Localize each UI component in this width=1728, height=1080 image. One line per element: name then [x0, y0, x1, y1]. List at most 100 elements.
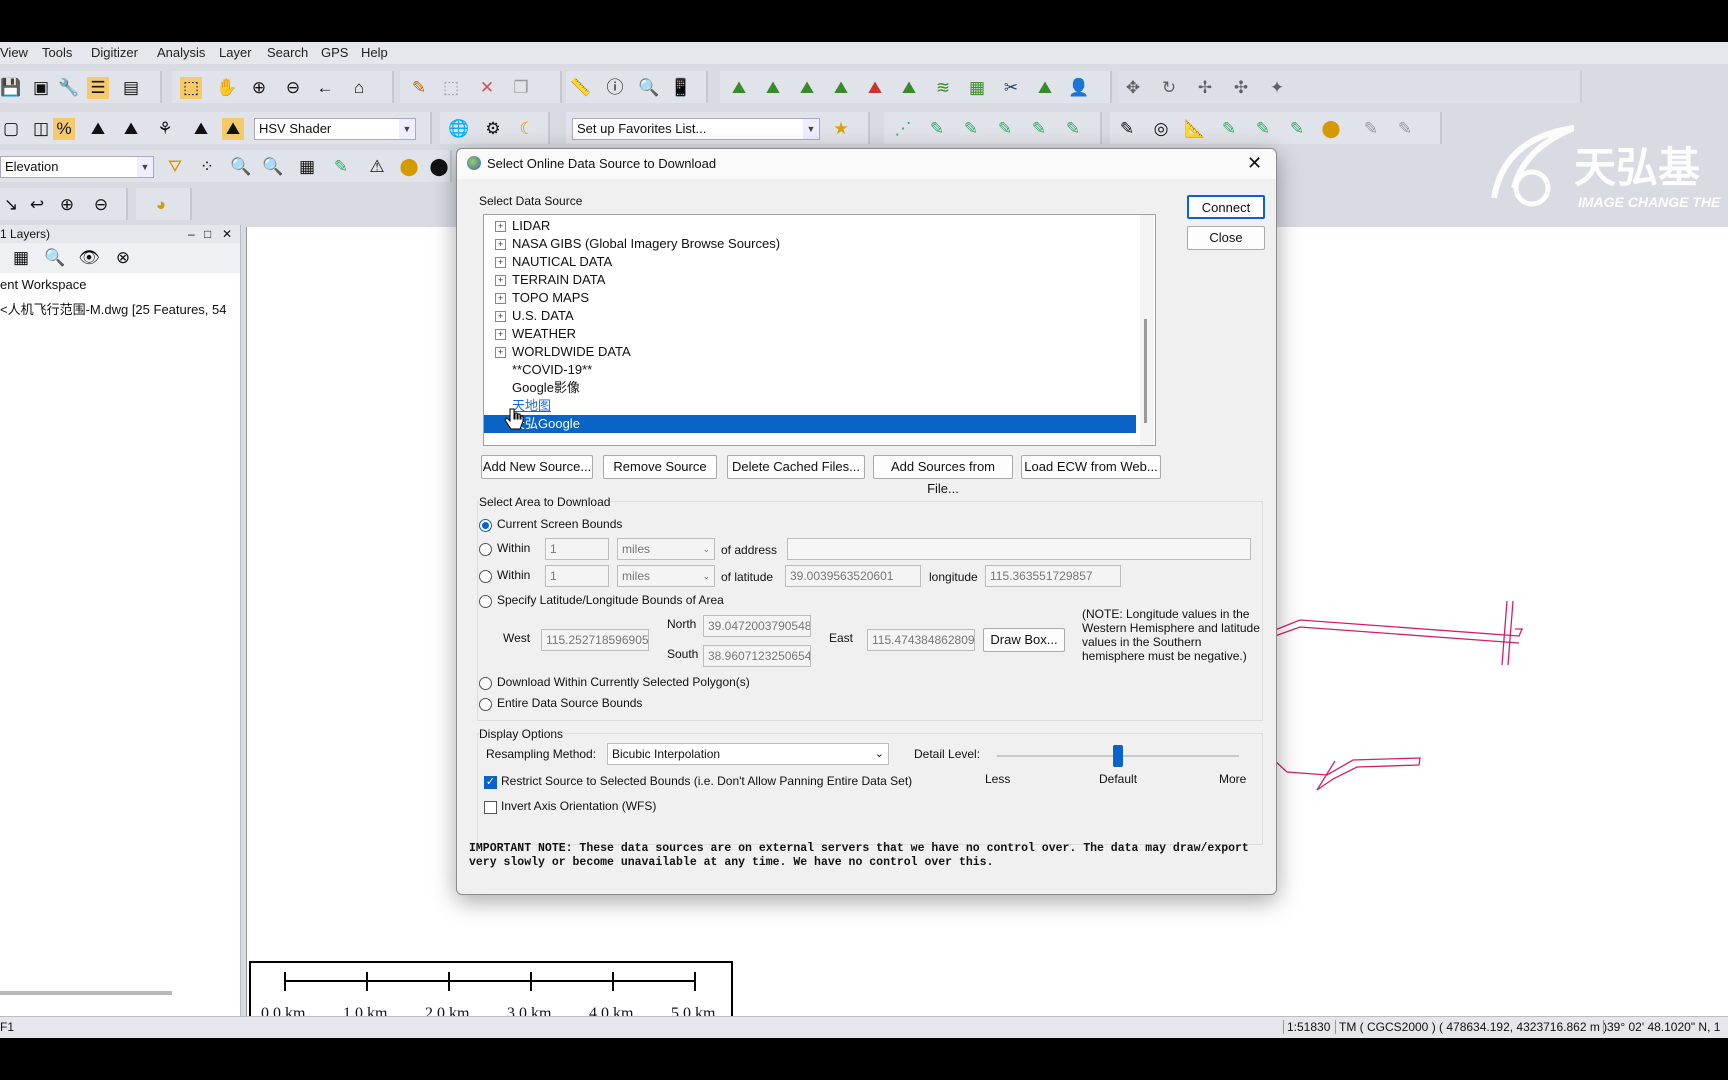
shader-select[interactable]: HSV Shader ▼ — [254, 118, 416, 140]
shader-active-icon[interactable]: ⛰ — [222, 118, 244, 140]
tree-scrollbar-thumb[interactable] — [1144, 319, 1147, 423]
source-tree-item[interactable]: + NAUTICAL DATA — [484, 253, 1136, 271]
feature-icon-3[interactable]: ✎ — [1286, 118, 1308, 140]
expand-plus-icon[interactable]: + — [495, 221, 506, 232]
draw-box-button[interactable]: Draw Box... — [983, 628, 1065, 652]
terrain-icon-3[interactable]: ⛰ — [796, 77, 818, 99]
latitude-input[interactable]: 39.0039563520601 — [785, 565, 921, 587]
wrench-icon[interactable]: 🔧 — [58, 77, 80, 99]
south-input[interactable]: 38.9607123250654 — [703, 645, 811, 667]
distance-units-select[interactable]: miles ⌄ — [617, 538, 715, 560]
menu-digitizer[interactable]: Digitizer — [91, 45, 138, 60]
terrain-icon-2[interactable]: ⛰ — [762, 77, 784, 99]
address-input[interactable] — [787, 538, 1251, 560]
target-icon[interactable]: ◎ — [1150, 118, 1172, 140]
person-icon[interactable]: 👤 — [1068, 77, 1090, 99]
moon-icon[interactable]: ☾ — [516, 118, 538, 140]
source-tree-item[interactable]: + U.S. DATA — [484, 307, 1136, 325]
slope-icon[interactable]: ⛰ — [120, 118, 142, 140]
tree-scrollbar[interactable] — [1140, 215, 1154, 445]
delete-icon[interactable]: ✕ — [476, 77, 498, 99]
tree-icon[interactable]: ⚘ — [154, 118, 176, 140]
source-tree-item[interactable]: 天地图 — [484, 397, 1136, 415]
draw-node-icon[interactable]: ✎ — [1062, 118, 1084, 140]
load-ecw-button[interactable]: Load ECW from Web... — [1021, 455, 1161, 479]
favorites-select[interactable]: Set up Favorites List... ▼ — [572, 118, 820, 140]
layer-zoom-icon[interactable]: 🔍 — [44, 247, 66, 269]
minimize-icon[interactable]: – — [188, 225, 195, 243]
menu-tools[interactable]: Tools — [42, 45, 72, 60]
elevation-select[interactable]: Elevation ▼ — [0, 156, 154, 178]
pan-hand-icon[interactable]: ✋ — [216, 77, 238, 99]
within-latitude-radio[interactable] — [479, 570, 492, 583]
zoom-out-icon[interactable]: ⊖ — [282, 77, 304, 99]
west-input[interactable]: 115.252718596905 — [541, 629, 649, 651]
expand-plus-icon[interactable]: + — [495, 329, 506, 340]
feature-icon-2[interactable]: ✎ — [1252, 118, 1274, 140]
home-icon[interactable]: ⌂ — [348, 77, 370, 99]
shader-mountain-icon[interactable]: ⛰ — [190, 118, 212, 140]
profile-icon[interactable]: ⛰ — [1034, 77, 1056, 99]
source-tree-item[interactable]: 天弘Google — [484, 415, 1136, 433]
copy-icon[interactable]: ❐ — [510, 77, 532, 99]
tools-icon[interactable]: ✂ — [1000, 77, 1022, 99]
draw-line-icon[interactable]: ✎ — [926, 118, 948, 140]
raster-icon[interactable]: ▦ — [966, 77, 988, 99]
globe-icon[interactable]: 🌐 — [448, 118, 470, 140]
save-icon[interactable]: 💾 — [0, 77, 22, 99]
menu-gps[interactable]: GPS — [321, 45, 348, 60]
zoom-in-icon[interactable]: ⊕ — [248, 77, 270, 99]
search-points-icon[interactable]: 🔍 — [230, 156, 252, 178]
scatter-icon[interactable]: ⁘ — [196, 156, 218, 178]
within-distance-input-2[interactable]: 1 — [545, 565, 609, 587]
north-input[interactable]: 39.0472003790548 — [703, 615, 811, 637]
menu-view[interactable]: View — [0, 45, 28, 60]
source-tree-item[interactable]: + LIDAR — [484, 217, 1136, 235]
draw-points-icon[interactable]: ⋰ — [892, 118, 914, 140]
warning-icon[interactable]: ⚠ — [366, 156, 388, 178]
selected-polygons-radio[interactable] — [479, 677, 492, 690]
add-sources-file-button[interactable]: Add Sources from File... — [873, 455, 1013, 496]
edit-feature-icon[interactable]: ✎ — [1116, 118, 1138, 140]
layer-options-icon[interactable]: ▦ — [10, 247, 32, 269]
longitude-input[interactable]: 115.363551729857 — [985, 565, 1121, 587]
source-tree-item[interactable]: + TOPO MAPS — [484, 289, 1136, 307]
expand-plus-icon[interactable]: + — [495, 275, 506, 286]
more-icon[interactable]: ⬤ — [428, 156, 450, 178]
info-icon[interactable]: ⓘ — [604, 77, 626, 99]
draw-polyline-icon[interactable]: ✎ — [1028, 118, 1050, 140]
invert-axis-checkbox[interactable] — [484, 801, 497, 814]
draw-area-icon[interactable]: ✎ — [994, 118, 1016, 140]
source-tree-item[interactable]: **COVID-19** — [484, 361, 1136, 379]
expand-plus-icon[interactable]: + — [495, 311, 506, 322]
connect-button[interactable]: Connect — [1187, 195, 1265, 219]
settings-icon[interactable]: ⚙ — [482, 118, 504, 140]
data-source-tree[interactable]: + LIDAR + NASA GIBS (Global Imagery Browse … — [483, 214, 1156, 446]
source-tree-item[interactable]: Google影像 — [484, 379, 1136, 397]
source-tree-item[interactable]: + TERRAIN DATA — [484, 271, 1136, 289]
close-button[interactable]: Close — [1187, 226, 1265, 250]
select-box-icon[interactable]: ⬚ — [440, 77, 462, 99]
draw-curve-icon[interactable]: ✎ — [960, 118, 982, 140]
expand-plus-icon[interactable]: + — [495, 293, 506, 304]
expand-plus-icon[interactable]: + — [495, 239, 506, 250]
remove-source-button[interactable]: Remove Source — [603, 455, 717, 479]
add-source-button[interactable]: Add New Source... — [481, 455, 593, 479]
feature-icon-1[interactable]: ✎ — [1218, 118, 1240, 140]
filter-icon[interactable]: ⛛ — [164, 156, 186, 178]
expand-plus-icon[interactable]: + — [495, 347, 506, 358]
resampling-select[interactable]: Bicubic Interpolation ⌄ — [607, 743, 889, 765]
3d-icon[interactable]: ◫ — [30, 118, 52, 140]
percent-icon[interactable]: % — [53, 118, 75, 140]
cube-icon[interactable]: ▢ — [0, 118, 22, 140]
viewshed-icon[interactable]: ⛰ — [864, 77, 886, 99]
within-distance-input[interactable]: 1 — [545, 538, 609, 560]
window-icon[interactable]: ▣ — [30, 77, 52, 99]
gps-device-icon[interactable]: 📱 — [670, 77, 692, 99]
snap-icon[interactable]: ✦ — [1266, 77, 1288, 99]
table-icon[interactable]: ▤ — [120, 77, 142, 99]
entire-bounds-radio[interactable] — [479, 698, 492, 711]
search-point-icon[interactable]: 🔍 — [262, 156, 284, 178]
watershed-icon[interactable]: ≋ — [932, 77, 954, 99]
maximize-icon[interactable]: □ — [204, 225, 211, 243]
